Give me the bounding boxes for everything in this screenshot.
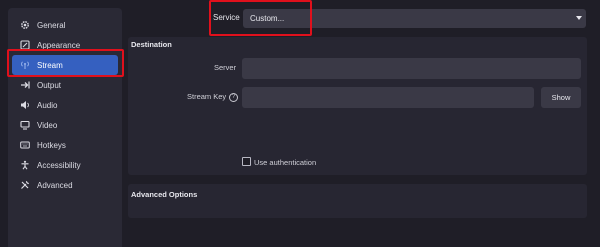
sidebar-item-label: Stream bbox=[37, 60, 63, 70]
appearance-icon bbox=[20, 40, 30, 50]
tools-icon bbox=[20, 180, 30, 190]
sidebar-item-label: Advanced bbox=[37, 180, 73, 190]
sidebar-item-advanced[interactable]: Advanced bbox=[12, 175, 118, 195]
antenna-icon bbox=[20, 60, 30, 70]
sidebar-item-video[interactable]: Video bbox=[12, 115, 118, 135]
use-authentication-checkbox[interactable] bbox=[242, 157, 251, 166]
service-label: Service bbox=[213, 13, 240, 22]
sidebar-item-label: Audio bbox=[37, 100, 58, 110]
sidebar-item-label: Video bbox=[37, 120, 58, 130]
advanced-options-panel[interactable]: Advanced Options bbox=[128, 184, 587, 218]
sidebar-item-label: Appearance bbox=[37, 40, 81, 50]
monitor-icon bbox=[20, 120, 30, 130]
use-authentication-label: Use authentication bbox=[254, 158, 317, 167]
sidebar-item-label: Hotkeys bbox=[37, 140, 66, 150]
sidebar-item-output[interactable]: Output bbox=[12, 75, 118, 95]
sidebar-item-label: Output bbox=[37, 80, 62, 90]
accessibility-icon bbox=[20, 160, 30, 170]
speaker-icon bbox=[20, 100, 30, 110]
keyboard-icon bbox=[20, 140, 30, 150]
advanced-options-title: Advanced Options bbox=[131, 190, 198, 199]
server-input[interactable] bbox=[242, 58, 581, 79]
sidebar-item-accessibility[interactable]: Accessibility bbox=[12, 155, 118, 175]
output-icon bbox=[20, 80, 30, 90]
show-button[interactable]: Show bbox=[541, 87, 581, 108]
sidebar-item-label: Accessibility bbox=[37, 160, 81, 170]
service-select[interactable]: Custom... bbox=[243, 9, 586, 28]
stream-key-label: Stream Key? bbox=[187, 92, 239, 102]
server-label: Server bbox=[214, 63, 237, 72]
help-icon[interactable]: ? bbox=[229, 92, 239, 102]
service-value: Custom... bbox=[250, 14, 285, 23]
stream-key-input[interactable] bbox=[242, 87, 534, 108]
destination-title: Destination bbox=[131, 40, 172, 49]
sidebar-item-hotkeys[interactable]: Hotkeys bbox=[12, 135, 118, 155]
chevron-down-icon bbox=[576, 16, 582, 20]
sidebar-item-stream[interactable]: Stream bbox=[12, 55, 118, 75]
gear-icon bbox=[20, 20, 30, 30]
sidebar-item-label: General bbox=[37, 20, 66, 30]
destination-panel: Destination Server Stream Key? Show Use … bbox=[128, 37, 587, 175]
sidebar-item-audio[interactable]: Audio bbox=[12, 95, 118, 115]
sidebar-item-general[interactable]: General bbox=[12, 15, 118, 35]
sidebar-item-appearance[interactable]: Appearance bbox=[12, 35, 118, 55]
settings-sidebar: General Appearance Stream Output Audio V… bbox=[8, 8, 122, 247]
